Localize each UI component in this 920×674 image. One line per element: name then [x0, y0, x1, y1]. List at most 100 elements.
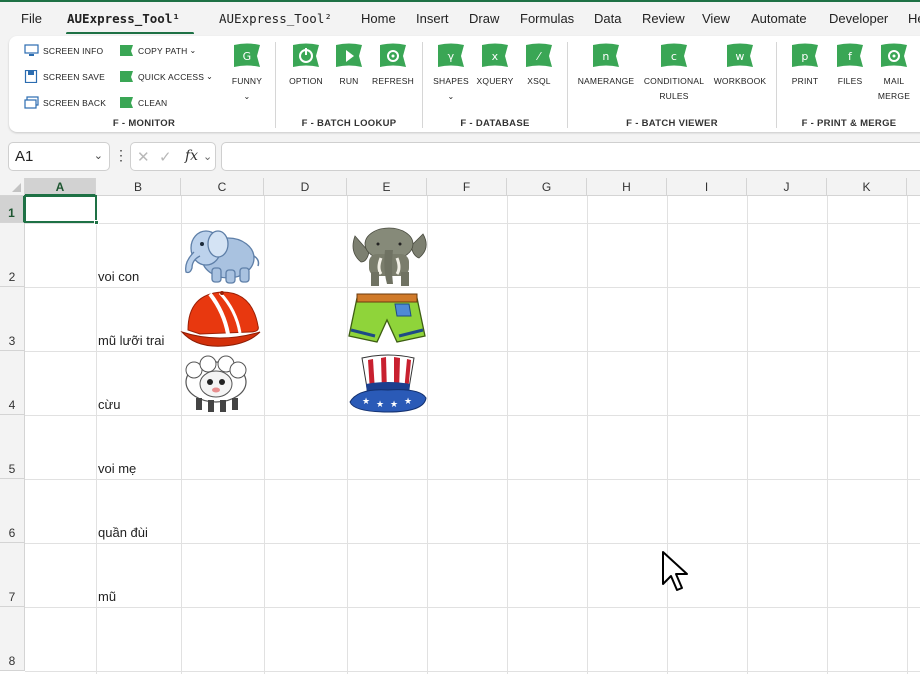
- xsql-label: XSQL: [527, 76, 551, 86]
- row-header-3[interactable]: 3: [0, 287, 25, 351]
- column-header-b[interactable]: B: [96, 178, 181, 196]
- menu-data[interactable]: Data: [594, 11, 621, 26]
- name-box[interactable]: A1 ⌄: [8, 142, 110, 171]
- red-cap-picture[interactable]: [180, 288, 264, 352]
- active-cell-a1[interactable]: [24, 195, 97, 223]
- confirm-icon[interactable]: ✓: [159, 148, 172, 166]
- cell-b5[interactable]: voi mẹ: [98, 461, 136, 476]
- copy-path-button[interactable]: COPY PATH ⌄: [119, 44, 196, 57]
- column-header-c[interactable]: C: [181, 178, 264, 196]
- files-flag-icon: f: [837, 43, 863, 67]
- formula-bar: A1 ⌄ ⋮ ✕ ✓ fx ⌄: [0, 138, 920, 178]
- refresh-button[interactable]: REFRESH: [371, 42, 415, 89]
- menu-home[interactable]: Home: [361, 11, 396, 26]
- refresh-flag-icon: [380, 43, 406, 67]
- namerange-button[interactable]: n NAMERANGE: [576, 42, 636, 89]
- mail-merge-button[interactable]: MAIL MERGE: [875, 42, 913, 104]
- sheep-picture[interactable]: [174, 352, 258, 414]
- mouse-pointer-icon: [662, 551, 688, 591]
- menu-draw[interactable]: Draw: [469, 11, 499, 26]
- column-header-k[interactable]: K: [827, 178, 907, 196]
- column-header-g[interactable]: G: [507, 178, 587, 196]
- screen-info-button[interactable]: SCREEN INFO: [24, 44, 103, 57]
- screen-info-label: SCREEN INFO: [43, 45, 104, 56]
- row-header-5[interactable]: 5: [0, 415, 25, 479]
- menu-help[interactable]: He: [908, 11, 920, 26]
- row-header-8[interactable]: 8: [0, 607, 25, 671]
- adult-elephant-picture[interactable]: [347, 222, 431, 288]
- menu-file[interactable]: File: [21, 11, 42, 26]
- corner-triangle: [12, 183, 21, 192]
- gridline: [507, 196, 508, 674]
- green-shorts-picture[interactable]: [347, 290, 427, 350]
- menu-auexpress-tool-1[interactable]: AUExpress_Tool¹: [67, 11, 180, 26]
- files-button[interactable]: f FILES: [833, 42, 867, 89]
- chevron-down-icon[interactable]: ⌄: [94, 149, 103, 162]
- row-header-4[interactable]: 4: [0, 351, 25, 415]
- chevron-down-icon: ⌄: [206, 72, 214, 81]
- column-header-i[interactable]: I: [667, 178, 747, 196]
- print-button[interactable]: p PRINT: [787, 42, 823, 89]
- run-button[interactable]: RUN: [333, 42, 365, 89]
- menu-auexpress-tool-2[interactable]: AUExpress_Tool²: [219, 11, 332, 26]
- shapes-button[interactable]: γ SHAPES ⌄: [430, 42, 472, 104]
- column-header-d[interactable]: D: [264, 178, 347, 196]
- cell-b4[interactable]: cừu: [98, 397, 120, 412]
- xsql-button[interactable]: ⁄ XSQL: [523, 42, 555, 89]
- column-header-h[interactable]: H: [587, 178, 667, 196]
- chevron-down-icon[interactable]: ⌄: [203, 150, 212, 163]
- select-all-corner[interactable]: [0, 178, 25, 196]
- column-header-f[interactable]: F: [427, 178, 507, 196]
- row-header-7[interactable]: 7: [0, 543, 25, 607]
- menu-view[interactable]: View: [702, 11, 730, 26]
- menu-developer[interactable]: Developer: [829, 11, 888, 26]
- screen-back-label: SCREEN BACK: [43, 97, 107, 108]
- funny-button[interactable]: G FUNNY ⌄: [229, 42, 265, 104]
- row-number: 4: [8, 398, 16, 412]
- screen-save-button[interactable]: SCREEN SAVE: [24, 70, 105, 83]
- conditional-rules-button[interactable]: c CONDITIONAL RULES: [639, 42, 709, 104]
- row-number: 1: [8, 206, 15, 220]
- insert-function-icon[interactable]: fx: [185, 148, 198, 164]
- column-header-j[interactable]: J: [747, 178, 827, 196]
- menu-review[interactable]: Review: [642, 11, 685, 26]
- cell-b3[interactable]: mũ lưỡi trai: [98, 333, 164, 348]
- cell-b7[interactable]: mũ: [98, 589, 116, 604]
- menu-formulas[interactable]: Formulas: [520, 11, 574, 26]
- menu-insert[interactable]: Insert: [416, 11, 449, 26]
- green-flag-icon: [120, 97, 133, 108]
- xquery-button[interactable]: x XQUERY: [475, 42, 515, 89]
- menu-automate[interactable]: Automate: [751, 11, 807, 26]
- gridline: [25, 543, 920, 544]
- row-header-2[interactable]: 2: [0, 223, 25, 287]
- group-label-database: F - DATABASE: [460, 118, 530, 129]
- option-button[interactable]: OPTION: [285, 42, 327, 89]
- row-number: 8: [8, 654, 16, 668]
- fill-handle[interactable]: [94, 220, 99, 225]
- cancel-icon[interactable]: ✕: [137, 148, 150, 166]
- more-options-icon[interactable]: ⋮: [114, 147, 128, 164]
- row-number: 3: [8, 334, 16, 348]
- formula-input[interactable]: [221, 142, 920, 171]
- clean-button[interactable]: CLEAN: [119, 96, 167, 109]
- row-header-6[interactable]: 6: [0, 479, 25, 543]
- workbook-button[interactable]: w WORKBOOK: [711, 42, 769, 89]
- row-header-1[interactable]: 1: [0, 196, 25, 223]
- green-flag-icon: G: [234, 43, 260, 67]
- workbook-label: WORKBOOK: [713, 76, 767, 86]
- spreadsheet-grid[interactable]: A B C D E F G H I J K 1 2 3 4 5 6 7 8 vo…: [0, 178, 920, 674]
- svg-text:c: c: [671, 50, 677, 63]
- column-header-a[interactable]: A: [25, 178, 96, 196]
- quick-access-button[interactable]: QUICK ACCESS ⌄: [119, 70, 213, 83]
- screen-back-button[interactable]: SCREEN BACK: [24, 96, 106, 109]
- column-header-partial[interactable]: [907, 178, 920, 196]
- gridline: [25, 671, 920, 672]
- window-back-icon: [24, 96, 39, 109]
- green-flag-icon: [120, 45, 133, 56]
- column-header-e[interactable]: E: [347, 178, 427, 196]
- row-number: 7: [8, 590, 16, 604]
- baby-elephant-picture[interactable]: [180, 222, 262, 286]
- cell-b2[interactable]: voi con: [98, 269, 139, 284]
- top-hat-picture[interactable]: ★ ★ ★ ★: [348, 352, 428, 416]
- cell-b6[interactable]: quần đùi: [98, 525, 148, 540]
